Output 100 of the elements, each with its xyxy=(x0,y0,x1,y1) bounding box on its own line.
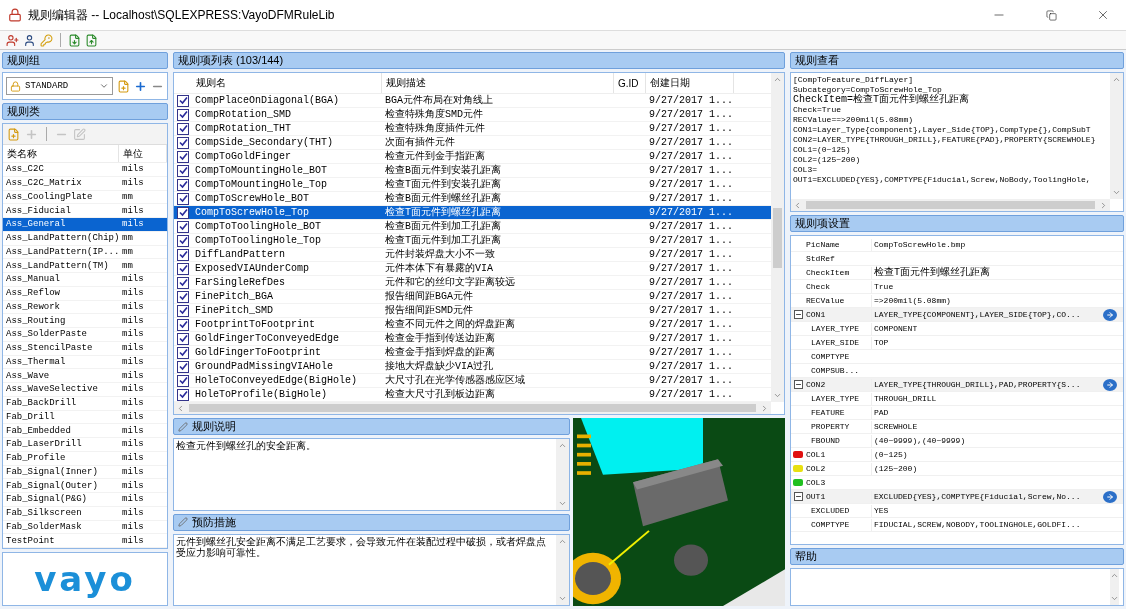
property-row[interactable]: CheckItem 检查T面元件到螺丝孔距离 xyxy=(791,266,1123,280)
table-row[interactable]: CompToToolingHole_Top 检查T面元件到加工孔距离 9/27/2017 1... xyxy=(174,234,771,248)
group-dropdown[interactable]: STANDARD xyxy=(6,77,113,95)
horizontal-scrollbar[interactable] xyxy=(174,402,771,414)
checkbox[interactable] xyxy=(177,178,189,191)
table-row[interactable]: FarSingleRefDes 元件和它的丝印文字距离较远 9/27/2017 1... xyxy=(174,276,771,290)
scroll-down-icon[interactable] xyxy=(773,391,782,400)
table-row[interactable]: ExposedVIAUnderComp 元件本体下有暴露的VIA 9/27/2017 1... xyxy=(174,262,771,276)
property-row[interactable]: COMPTYPE FIDUCIAL,SCREW,NOBODY,TOOLINGHOLE,GOLDFI... xyxy=(791,518,1123,532)
scroll-right-icon[interactable] xyxy=(1099,200,1108,210)
property-row[interactable]: COL2 (125~200) xyxy=(791,462,1123,476)
checkbox[interactable] xyxy=(177,136,189,149)
property-row[interactable]: RECValue =>200mil(5.08mm) xyxy=(791,294,1123,308)
list-row[interactable]: Ass_WaveSelective mils xyxy=(3,383,167,397)
description-text-area[interactable]: 检查元件到螺丝孔的安全距离。 xyxy=(173,438,570,511)
checkbox[interactable] xyxy=(177,108,189,121)
property-row[interactable]: FEATURE PAD xyxy=(791,406,1123,420)
table-row[interactable]: FinePitch_SMD 报告细间距SMD元件 9/27/2017 1... xyxy=(174,304,771,318)
list-row[interactable]: Fab_LaserDrill mils xyxy=(3,438,167,452)
checkbox[interactable] xyxy=(177,122,189,135)
list-row[interactable]: Fab_Signal(P&G) mils xyxy=(3,493,167,507)
scroll-up-icon[interactable] xyxy=(773,75,782,84)
checkbox[interactable] xyxy=(177,304,189,317)
checkbox[interactable] xyxy=(177,318,189,331)
table-row[interactable]: CompToToolingHole_BOT 检查B面元件到加工孔距离 9/27/2017 1... xyxy=(174,220,771,234)
file-import-icon[interactable] xyxy=(68,33,81,47)
checkbox[interactable] xyxy=(177,374,189,387)
scroll-down-icon[interactable] xyxy=(1110,594,1119,603)
column-header[interactable]: 创建日期 xyxy=(646,73,734,93)
table-row[interactable]: CompRotation_SMD 检查特殊角度SMD元件 9/27/2017 1... xyxy=(174,108,771,122)
column-header[interactable]: 单位 xyxy=(119,145,167,162)
vertical-scrollbar[interactable] xyxy=(556,439,569,510)
table-row[interactable]: GoldFingerToFootprint 检查金手指到焊盘的距离 9/27/2017 1... xyxy=(174,346,771,360)
scrollbar-thumb[interactable] xyxy=(189,404,756,412)
collapse-icon[interactable] xyxy=(794,310,803,319)
collapse-icon[interactable] xyxy=(794,492,803,501)
column-header[interactable]: 规则描述 xyxy=(382,73,614,93)
vertical-scrollbar[interactable] xyxy=(1110,569,1119,605)
checkbox[interactable] xyxy=(177,332,189,345)
column-header[interactable]: 规则名 xyxy=(192,73,382,93)
table-row[interactable]: CompRotation_THT 检查特殊角度插件元件 9/27/2017 1... xyxy=(174,122,771,136)
vertical-scrollbar[interactable] xyxy=(556,534,569,605)
scroll-down-icon[interactable] xyxy=(558,594,567,603)
table-row[interactable]: CompToGoldFinger 检查元件到金手指距离 9/27/2017 1... xyxy=(174,150,771,164)
add-icon[interactable] xyxy=(134,79,147,93)
table-row[interactable]: CompToScrewHole_Top 检查T面元件到螺丝孔距离 9/27/2017 1... xyxy=(174,206,771,220)
column-header[interactable]: G.ID xyxy=(614,73,646,93)
table-row[interactable]: CompSide_Secondary(THT) 次面有插件元件 9/27/2017 1... xyxy=(174,136,771,150)
checkbox[interactable] xyxy=(177,346,189,359)
property-row[interactable]: EXCLUDED YES xyxy=(791,504,1123,518)
checkbox[interactable] xyxy=(177,276,189,289)
scroll-up-icon[interactable] xyxy=(1110,571,1119,580)
table-row[interactable]: DiffLandPattern 元件封装焊盘大小不一致 9/27/2017 1... xyxy=(174,248,771,262)
prevention-text-area[interactable]: 元件到螺丝孔安全距离不满足工艺要求，会导致元件在装配过程中破损，或者焊盘点受应力影响可靠性。 xyxy=(173,533,570,606)
help-text-area[interactable] xyxy=(790,568,1124,606)
property-row[interactable]: COL3 xyxy=(791,476,1123,490)
property-row[interactable]: LAYER_TYPE THROUGH_DRILL xyxy=(791,392,1123,406)
checkbox[interactable] xyxy=(177,94,189,107)
new-file-icon[interactable] xyxy=(117,79,130,93)
list-row[interactable]: Fab_Embedded mils xyxy=(3,424,167,438)
checkbox[interactable] xyxy=(177,164,189,177)
checkbox[interactable] xyxy=(177,248,189,261)
vertical-scrollbar[interactable] xyxy=(1110,73,1123,199)
add-user-icon[interactable] xyxy=(6,33,19,47)
column-header[interactable]: 类名称 xyxy=(3,145,119,162)
table-row[interactable]: HoleToProfile(BigHole) 检查大尺寸孔到板边距离 9/27/2017 1... xyxy=(174,388,771,402)
checkbox[interactable] xyxy=(177,150,189,163)
vertical-scrollbar[interactable] xyxy=(771,73,784,402)
scroll-left-icon[interactable] xyxy=(793,200,802,210)
property-row[interactable]: PicName CompToScrewHole.bmp xyxy=(791,238,1123,252)
horizontal-scrollbar[interactable] xyxy=(791,199,1110,211)
collapse-icon[interactable] xyxy=(794,380,803,389)
property-row[interactable]: PROPERTY SCREWHOLE xyxy=(791,420,1123,434)
table-row[interactable]: GoldFingerToConveyedEdge 检查金手指到传送边距离 9/27/2017 1... xyxy=(174,332,771,346)
table-row[interactable]: GroundPadMissingVIAHole 接地大焊盘缺少VIA过孔 9/27/2017 1... xyxy=(174,360,771,374)
rule-viewer[interactable] xyxy=(790,72,1124,212)
chevron-down-icon[interactable] xyxy=(99,81,109,91)
checkbox[interactable] xyxy=(177,360,189,373)
checkbox[interactable] xyxy=(177,220,189,233)
checkbox[interactable] xyxy=(177,234,189,247)
list-row[interactable]: Ass_Manual mils xyxy=(3,273,167,287)
scroll-up-icon[interactable] xyxy=(558,441,567,450)
list-row[interactable]: Ass_LandPattern(TM) mm xyxy=(3,259,167,273)
new-file-icon[interactable] xyxy=(7,127,20,141)
table-row[interactable]: HoleToConveyedEdge(BigHole) 大尺寸孔在光学传感器感应区域 9/27/2017 1... xyxy=(174,374,771,388)
property-row[interactable]: FBOUND (40~9999),(40~9999) xyxy=(791,434,1123,448)
table-row[interactable]: FootprintToFootprint 检查不同元件之间的焊盘距离 9/27/2017 1... xyxy=(174,318,771,332)
scroll-left-icon[interactable] xyxy=(176,403,185,413)
property-row[interactable]: LAYER_SIDE TOP xyxy=(791,336,1123,350)
checkbox[interactable] xyxy=(177,388,189,401)
scroll-up-icon[interactable] xyxy=(1112,75,1121,84)
property-row[interactable]: OUT1 EXCLUDED{YES},COMPTYPE{Fiducial,Screw,No... xyxy=(791,490,1123,504)
property-row[interactable]: Check True xyxy=(791,280,1123,294)
scroll-right-icon[interactable] xyxy=(760,403,769,413)
table-row[interactable]: CompToMountingHole_Top 检查T面元件到安装孔距离 9/27/2017 1... xyxy=(174,178,771,192)
list-row[interactable]: Ass_Fiducial mils xyxy=(3,204,167,218)
file-export-icon[interactable] xyxy=(85,33,98,47)
list-row[interactable]: Ass_Routing mils xyxy=(3,314,167,328)
close-icon[interactable] xyxy=(1096,8,1110,22)
property-row[interactable]: CON2 LAYER_TYPE{THROUGH_DRILL},PAD,PROPERTY{S... xyxy=(791,378,1123,392)
